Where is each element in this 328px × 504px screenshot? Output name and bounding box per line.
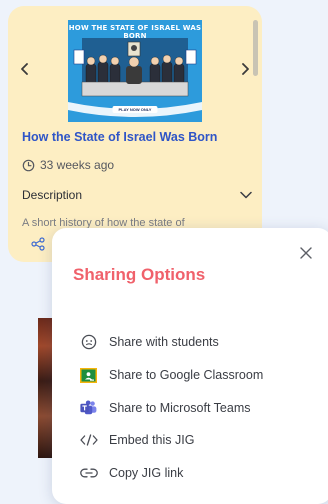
previous-arrow-icon[interactable] (14, 58, 36, 80)
share-google-classroom-option[interactable]: Share to Google Classroom (79, 359, 319, 392)
microsoft-teams-icon (79, 398, 98, 417)
thumbnail-caption: PLAY NOW ONLY (112, 106, 158, 113)
description-toggle[interactable]: Description (22, 188, 252, 202)
jig-age: 33 weeks ago (40, 158, 115, 172)
jig-meta: 33 weeks ago (22, 158, 114, 172)
share-icon (31, 237, 45, 251)
embed-jig-option[interactable]: Embed this JIG (79, 424, 319, 457)
option-label: Share to Google Classroom (109, 368, 264, 383)
google-classroom-icon (79, 366, 98, 385)
jig-title[interactable]: How the State of Israel Was Born (22, 130, 217, 144)
description-label: Description (22, 188, 83, 202)
next-arrow-icon[interactable] (234, 58, 256, 80)
option-label: Embed this JIG (109, 433, 195, 448)
clock-icon (22, 159, 35, 171)
option-label: Share to Microsoft Teams (109, 400, 251, 415)
close-button[interactable] (297, 244, 315, 262)
share-with-students-option[interactable]: Share with students (79, 326, 319, 359)
sharing-options-popup: Sharing Options Share with students Shar… (52, 228, 328, 504)
jig-thumbnail[interactable]: HOW THE STATE OF ISRAEL WAS BORN PLAY NO… (68, 20, 202, 122)
chevron-down-icon (240, 191, 252, 199)
embed-code-icon (79, 431, 98, 450)
option-label: Copy JIG link (109, 466, 184, 481)
share-microsoft-teams-option[interactable]: Share to Microsoft Teams (79, 391, 319, 424)
share-options-list: Share with students Share to Google Clas… (79, 326, 319, 489)
close-icon (300, 247, 312, 259)
jig-card: HOW THE STATE OF ISRAEL WAS BORN PLAY NO… (8, 6, 262, 262)
option-label: Share with students (109, 335, 219, 350)
link-icon (79, 464, 98, 483)
copy-jig-link-option[interactable]: Copy JIG link (79, 457, 319, 490)
students-face-icon (79, 333, 98, 352)
share-button[interactable] (28, 234, 48, 254)
popup-title: Sharing Options (73, 265, 206, 284)
